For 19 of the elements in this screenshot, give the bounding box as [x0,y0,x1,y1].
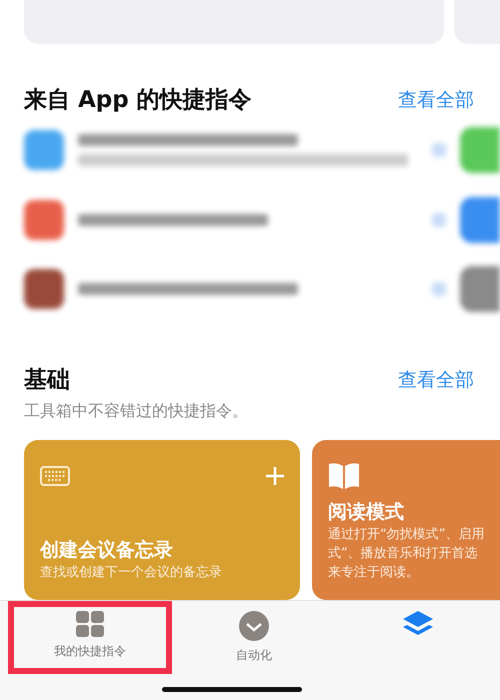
card-description: 来专注于阅读。 [328,564,420,582]
card-description: 通过打开“勿扰模式”、启用 [328,526,486,544]
section-title: 基础 [24,366,70,396]
grid-icon [76,611,104,637]
add-icon[interactable] [266,467,284,486]
tab[interactable]: 我的快捷指令 [8,601,172,674]
shortcut-card[interactable]: 阅读模式 通过打开“勿扰模式”、启用 式”、播放音乐和打开首选 来专注于阅读。 [312,440,500,600]
card-title: 阅读模式 [328,500,405,526]
shortcut-card[interactable]: 创建会议备忘录 查找或创建下一个会议的备忘录 [24,440,300,600]
see-all-link[interactable]: 查看全部 [398,86,474,112]
card-title: 创建会议备忘录 [40,538,174,564]
card-description: 查找或创建下一个会议的备忘录 [40,564,223,582]
book-icon [328,462,360,490]
section-subtitle: 工具箱中不容错过的快捷指令。 [23,400,249,422]
keyboard-icon [40,466,70,486]
section-title: 来自 App 的快捷指令 [24,86,252,115]
tab[interactable]: 自动化 [172,601,336,674]
card-description: 式”、播放音乐和打开首选 [328,545,479,564]
see-all-link[interactable]: 查看全部 [398,366,474,393]
